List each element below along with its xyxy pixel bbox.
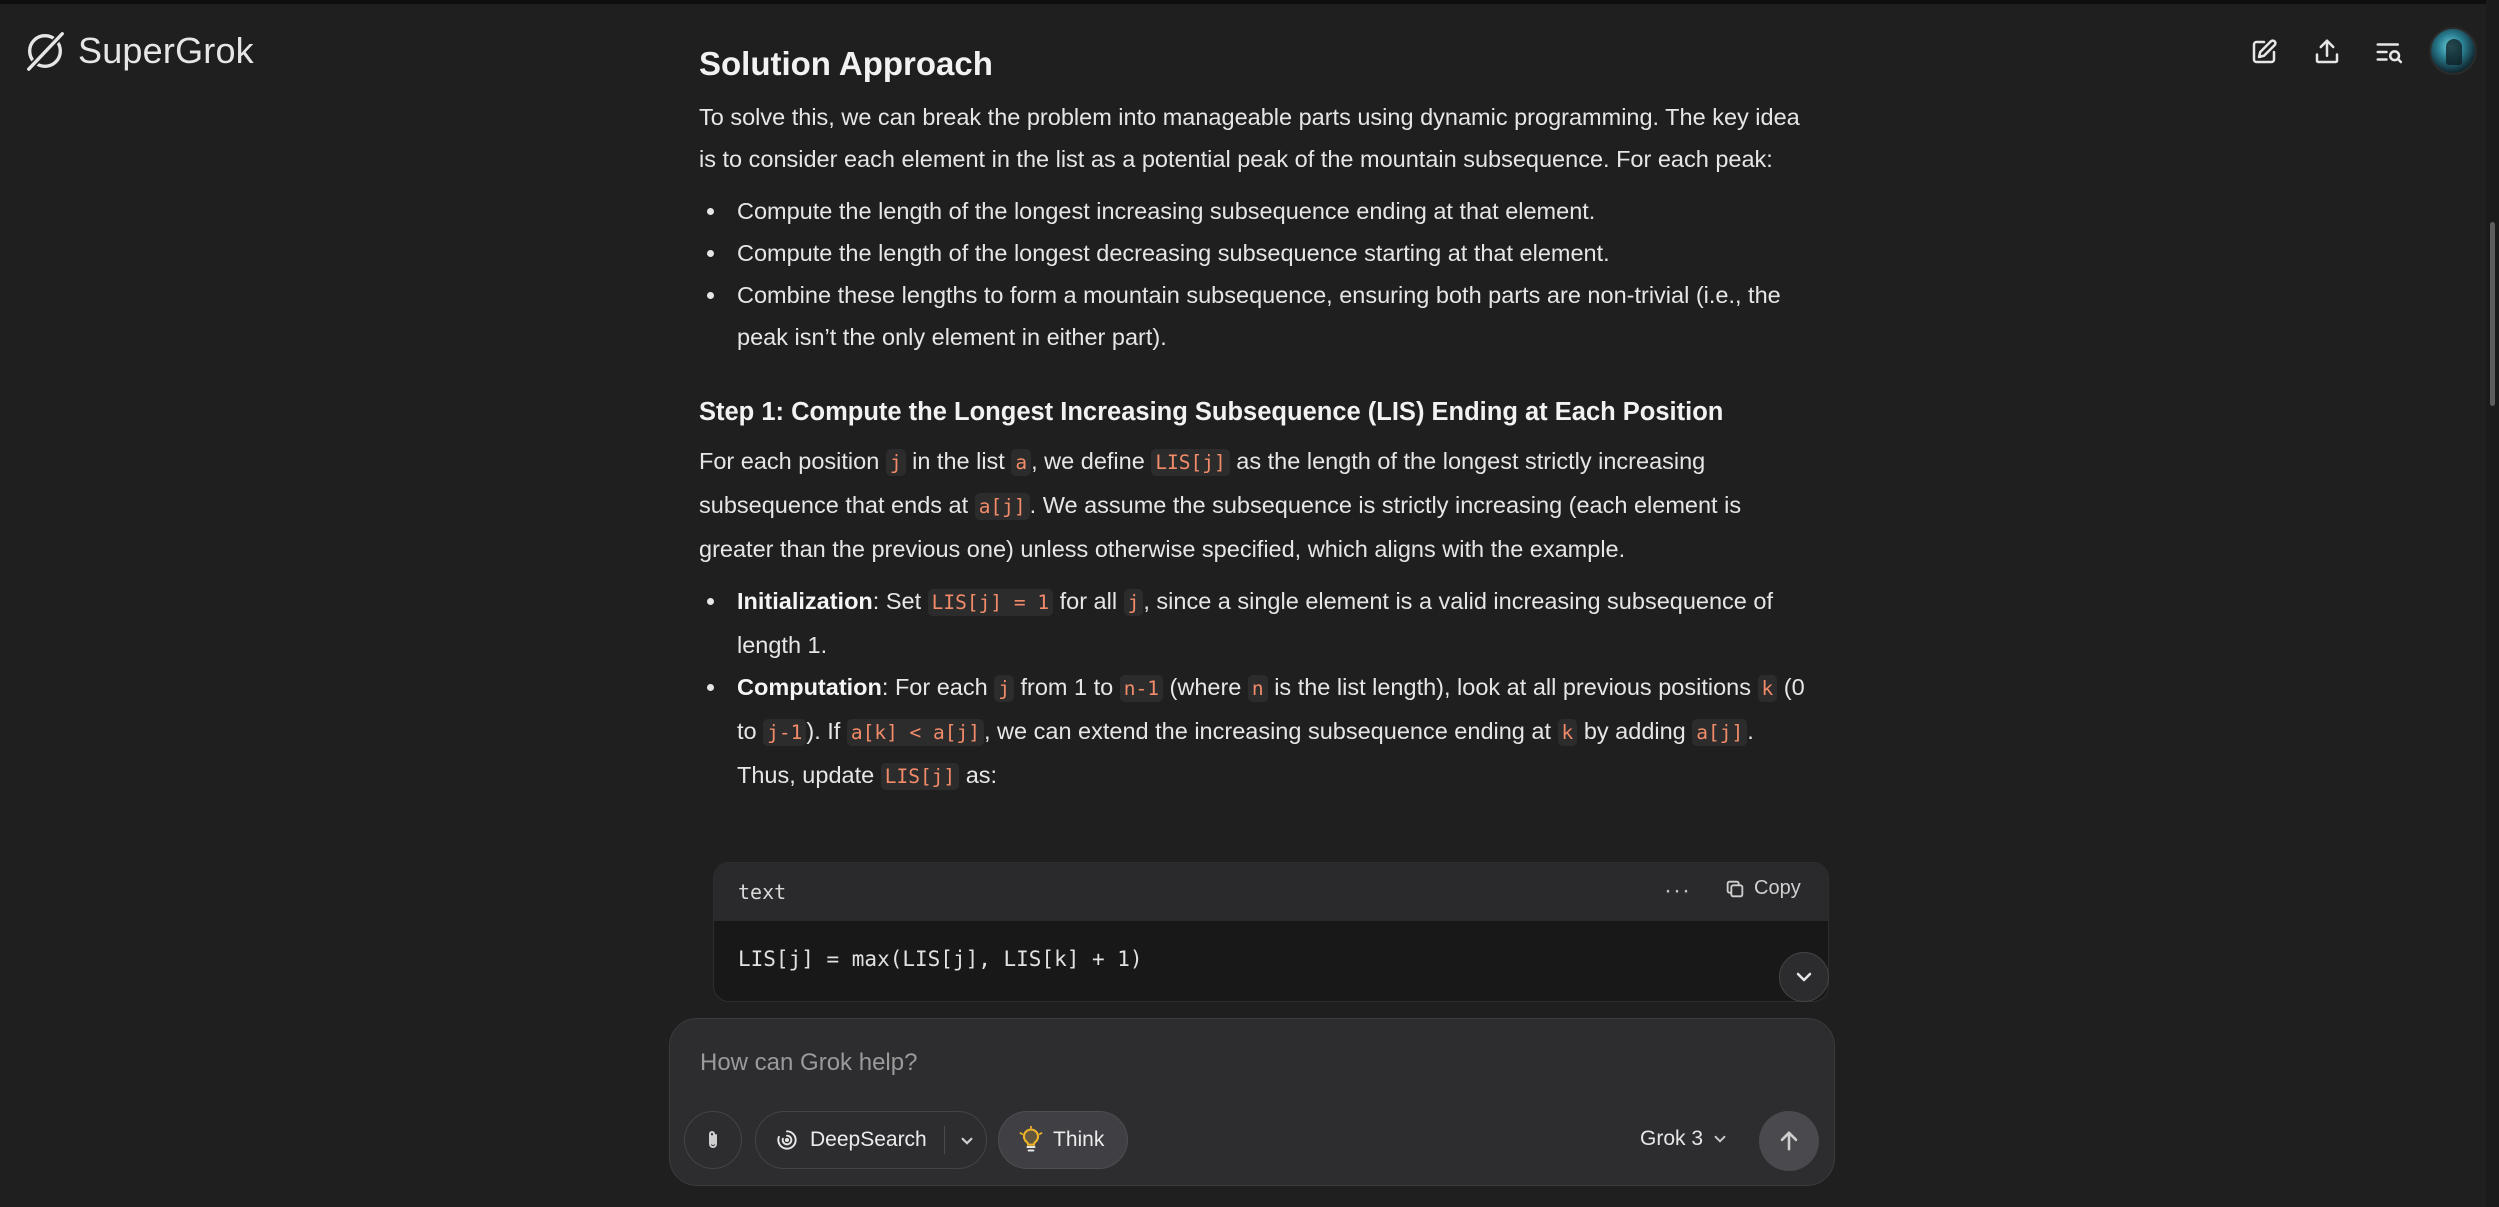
assistant-response: Solution Approach To solve this, we can … xyxy=(699,40,1809,810)
think-button[interactable]: Think xyxy=(998,1111,1128,1169)
inline-code: n xyxy=(1247,675,1268,702)
list-item: Compute the length of the longest decrea… xyxy=(699,232,1809,274)
inline-code: a[j] xyxy=(974,493,1030,520)
code-block: text ··· Copy LIS[j] = max(LIS[j], LIS[k… xyxy=(713,862,1829,1002)
inline-code: j xyxy=(885,449,906,476)
intro-paragraph: To solve this, we can break the problem … xyxy=(699,104,1800,172)
paperclip-icon xyxy=(709,1131,717,1148)
new-chat-button[interactable] xyxy=(2244,32,2284,72)
step1-paragraph: For each position j in the list a, we de… xyxy=(699,440,1809,570)
chevron-down-icon xyxy=(1796,972,1812,982)
text: from 1 to xyxy=(1020,674,1114,700)
code-block-header: text ··· Copy xyxy=(714,863,1828,921)
inline-code: a xyxy=(1011,449,1032,476)
scrollbar-thumb[interactable] xyxy=(2490,222,2495,406)
inline-code: LIS[j] xyxy=(1151,449,1230,476)
scrollbar-track[interactable] xyxy=(2486,0,2499,1207)
step1-heading: Step 1: Compute the Longest Increasing S… xyxy=(699,398,1724,426)
text: as: xyxy=(965,762,998,788)
message-input[interactable] xyxy=(700,1049,1600,1077)
more-options-button[interactable]: ··· xyxy=(1664,877,1691,905)
list-item: Initialization: Set LIS[j] = 1 for all j… xyxy=(699,580,1809,666)
inline-code: j xyxy=(994,675,1014,702)
copy-icon xyxy=(1726,880,1744,897)
chevron-down-icon xyxy=(1714,1135,1726,1143)
history-button[interactable] xyxy=(2369,32,2409,72)
inline-code: k xyxy=(1757,675,1778,702)
avatar[interactable] xyxy=(2429,27,2477,75)
approach-list: Compute the length of the longest increa… xyxy=(699,190,1809,358)
share-button[interactable] xyxy=(2307,32,2347,72)
inline-code: k xyxy=(1557,719,1578,746)
deepsearch-button[interactable]: DeepSearch xyxy=(755,1111,987,1169)
deepsearch-icon xyxy=(777,1130,797,1150)
think-label: Think xyxy=(1053,1128,1105,1151)
grok-logo-icon xyxy=(27,31,65,71)
code-content: LIS[j] = max(LIS[j], LIS[k] + 1) xyxy=(738,947,1143,971)
step1-list: Initialization: Set LIS[j] = 1 for all j… xyxy=(699,580,1809,798)
bold-label: Computation xyxy=(737,674,882,700)
text: (where xyxy=(1169,674,1242,700)
lightbulb-icon xyxy=(1019,1126,1043,1152)
list-item: Combine these lengths to form a mountain… xyxy=(699,274,1809,358)
inline-code: j-1 xyxy=(763,719,807,746)
text: For each position xyxy=(699,448,880,474)
chevron-down-icon[interactable] xyxy=(954,1128,980,1154)
model-label: Grok 3 xyxy=(1640,1127,1704,1150)
copy-button[interactable]: Copy xyxy=(1724,877,1801,900)
text: in the list xyxy=(912,448,1005,474)
inline-code: n-1 xyxy=(1119,675,1163,702)
history-search-icon xyxy=(2376,43,2403,64)
attach-button[interactable] xyxy=(684,1111,742,1169)
text: , we define xyxy=(1031,448,1145,474)
app-name: SuperGrok xyxy=(78,30,254,71)
code-language-label: text xyxy=(738,880,787,904)
deepsearch-label: DeepSearch xyxy=(810,1128,927,1151)
share-icon xyxy=(2315,39,2339,64)
arrow-up-icon xyxy=(1780,1131,1798,1151)
window-top-border xyxy=(0,0,2499,4)
chat-composer: DeepSearch Think Grok 3 xyxy=(669,1018,1835,1186)
send-button[interactable] xyxy=(1759,1111,1819,1171)
list-item: Compute the length of the longest increa… xyxy=(699,190,1809,232)
edit-icon xyxy=(2252,39,2277,64)
inline-code: a[j] xyxy=(1692,719,1748,746)
text: for all xyxy=(1059,588,1118,614)
divider xyxy=(944,1126,945,1154)
inline-code: LIS[j] xyxy=(880,763,960,790)
text: : Set xyxy=(872,588,922,614)
scroll-to-bottom-button[interactable] xyxy=(1779,952,1829,1002)
model-selector[interactable]: Grok 3 xyxy=(1640,1127,1729,1151)
inline-code: a[k] < a[j] xyxy=(846,719,984,746)
text: , we can extend the increasing subsequen… xyxy=(984,718,1552,744)
text: by adding xyxy=(1583,718,1686,744)
section-heading: Solution Approach xyxy=(699,45,993,82)
text: is the list length), look at all previou… xyxy=(1274,674,1751,700)
inline-code: j xyxy=(1123,589,1144,616)
list-item: Computation: For each j from 1 to n-1 (w… xyxy=(699,666,1809,798)
bold-label: Initialization xyxy=(737,588,873,614)
text: : For each xyxy=(881,674,988,700)
inline-code: LIS[j] = 1 xyxy=(927,589,1054,616)
app-logo[interactable]: SuperGrok xyxy=(22,28,254,74)
text: ). If xyxy=(806,718,841,744)
copy-label: Copy xyxy=(1754,877,1801,899)
